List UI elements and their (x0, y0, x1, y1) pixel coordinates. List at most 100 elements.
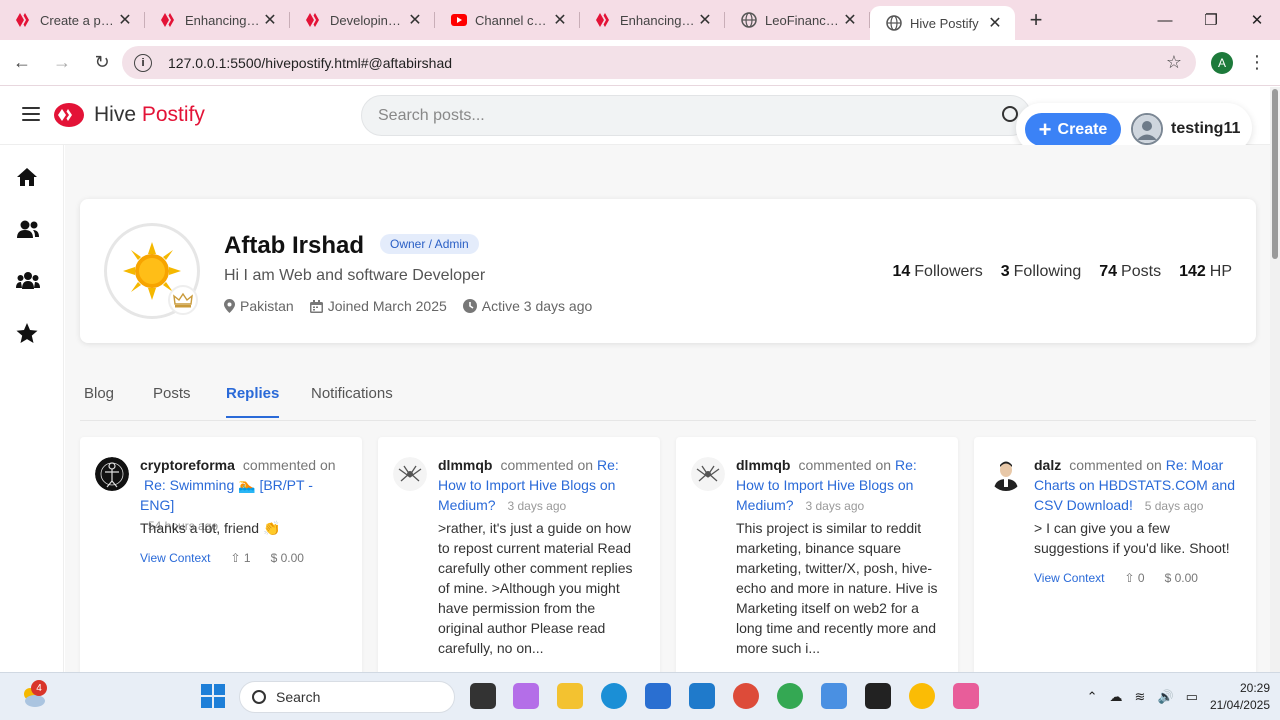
stat-value: 3 (1000, 263, 1010, 280)
reply-card: dlmmqb commented on Re: How to Import Hiv… (378, 437, 660, 672)
tab-notifications[interactable]: Notifications (311, 385, 393, 416)
upvote-count[interactable]: ⇧ 1 (230, 551, 250, 565)
notepad-icon[interactable] (821, 683, 847, 709)
chrome-icon[interactable] (733, 683, 759, 709)
tab-strip: Create a post ✕ Enhancing Hi ✕ Developin… (0, 0, 1051, 40)
close-window-icon[interactable]: ✕ (1234, 0, 1280, 40)
copilot-icon[interactable] (513, 683, 539, 709)
wifi-icon[interactable]: ≋ (1135, 689, 1146, 705)
close-tab-icon[interactable]: ✕ (115, 10, 135, 30)
reply-parent-link[interactable]: Re: Swimming 🏊 [BR/PT - ENG] (140, 477, 313, 513)
browser-tab[interactable]: LeoFinance - H ✕ (725, 0, 870, 40)
close-tab-icon[interactable]: ✕ (840, 10, 860, 30)
author-avatar[interactable] (691, 457, 725, 491)
hamburger-menu-icon[interactable] (22, 107, 40, 121)
volume-icon[interactable]: 🔊 (1157, 689, 1173, 705)
browser-tab-active[interactable]: Hive Postify ✕ (870, 6, 1015, 40)
followers-stat[interactable]: 14 Followers (892, 263, 982, 281)
tab-replies[interactable]: Replies (226, 385, 280, 418)
back-icon[interactable]: ← (4, 45, 40, 81)
hive-icon (306, 12, 322, 28)
hive-icon (161, 12, 177, 28)
edge-icon[interactable] (601, 683, 627, 709)
taskbar-search[interactable]: Search (239, 681, 455, 713)
browser-tab[interactable]: Channel conte ✕ (435, 0, 580, 40)
author-avatar[interactable] (393, 457, 427, 491)
bookmark-star-icon[interactable]: ☆ (1166, 52, 1182, 73)
reply-author[interactable]: cryptoreforma (140, 457, 235, 473)
view-context-link[interactable]: View Context (1034, 571, 1104, 585)
taskbar: 4 Search ⌃ ☁ ≋ 🔊 ▭ 20:29 21/04/2025 (0, 672, 1280, 720)
search-input[interactable]: Search posts... (361, 95, 1031, 136)
create-label: Create (1057, 120, 1108, 138)
close-tab-icon[interactable]: ✕ (260, 10, 280, 30)
close-tab-icon[interactable]: ✕ (550, 10, 570, 30)
reply-body: Thanks a lot, friend 👏 (140, 520, 281, 536)
capcut-icon[interactable] (865, 683, 891, 709)
upvote-count[interactable]: ⇧ 0 (1124, 571, 1144, 585)
vscode-icon[interactable] (689, 683, 715, 709)
user-avatar[interactable] (1131, 113, 1163, 145)
page-scrollbar[interactable] (1270, 87, 1280, 672)
username[interactable]: testing11 (1171, 120, 1240, 138)
tab-title: LeoFinance - H (765, 12, 840, 28)
following-stat[interactable]: 3 Following (1001, 263, 1082, 281)
search-icon[interactable] (1002, 106, 1018, 122)
star-icon[interactable] (16, 323, 38, 345)
reply-footer: View Context ⇧ 0 $ 0.00 (1034, 571, 1198, 585)
scrollbar-thumb[interactable] (1272, 89, 1278, 259)
onedrive-icon[interactable]: ☁ (1110, 689, 1123, 705)
reply-body: >rather, it's just a guide on how to rep… (438, 520, 633, 656)
browser-tab[interactable]: Developing Hi ✕ (290, 0, 435, 40)
store-icon[interactable] (645, 683, 671, 709)
browser-tab[interactable]: Enhancing Hi ✕ (580, 0, 725, 40)
new-tab-button[interactable]: + (1021, 7, 1051, 33)
minimize-icon[interactable]: — (1142, 0, 1188, 40)
url-text: 127.0.0.1:5500/hivepostify.html#@aftabir… (168, 54, 453, 71)
file-explorer-icon[interactable] (557, 683, 583, 709)
tab-title: Hive Postify (910, 15, 979, 31)
chevron-up-icon[interactable]: ⌃ (1087, 689, 1098, 705)
author-avatar[interactable] (989, 457, 1023, 491)
close-tab-icon[interactable]: ✕ (985, 13, 1005, 33)
hive-icon (596, 12, 612, 28)
close-tab-icon[interactable]: ✕ (695, 10, 715, 30)
address-bar[interactable]: i 127.0.0.1:5500/hivepostify.html#@aftab… (122, 46, 1196, 79)
logo-text-hive: Hive (94, 103, 137, 126)
reply-author[interactable]: dlmmqb (438, 457, 492, 473)
main-content: Aftab Irshad Owner / Admin Hi I am Web a… (65, 145, 1270, 672)
close-tab-icon[interactable]: ✕ (405, 10, 425, 30)
tab-posts[interactable]: Posts (153, 385, 191, 416)
community-icon[interactable] (16, 271, 40, 293)
windows-start-icon[interactable] (200, 683, 226, 709)
home-icon[interactable] (16, 167, 38, 189)
task-view-icon[interactable] (470, 683, 496, 709)
profile-tabs: Blog Posts Replies Notifications (80, 383, 1256, 421)
browser-profile-avatar[interactable]: A (1211, 52, 1233, 74)
browser-tab-bar: Create a post ✕ Enhancing Hi ✕ Developin… (0, 0, 1280, 40)
clock[interactable]: 20:29 21/04/2025 (1210, 680, 1270, 714)
create-post-button[interactable]: + Create (1025, 113, 1121, 146)
reply-author[interactable]: dlmmqb (736, 457, 790, 473)
forward-icon[interactable]: → (44, 45, 80, 81)
snipping-tool-icon[interactable] (953, 683, 979, 709)
browser-tab[interactable]: Enhancing Hi ✕ (145, 0, 290, 40)
author-avatar[interactable] (95, 457, 129, 491)
chrome-profile-icon[interactable] (777, 683, 803, 709)
tab-blog[interactable]: Blog (84, 385, 114, 416)
battery-icon[interactable]: ▭ (1186, 689, 1198, 705)
reply-header: dalz commented on Re: Moar Charts on HBDS… (1034, 455, 1244, 516)
reply-author[interactable]: dalz (1034, 457, 1061, 473)
chrome-alt-icon[interactable] (909, 683, 935, 709)
reload-icon[interactable]: ↻ (84, 45, 120, 81)
reply-body: > I can give you a few suggestions if yo… (1034, 520, 1230, 556)
app-logo[interactable]: Hive Postify (54, 103, 205, 127)
maximize-icon[interactable]: ❐ (1188, 0, 1234, 40)
browser-menu-icon[interactable]: ⋮ (1248, 52, 1266, 73)
view-context-link[interactable]: View Context (140, 551, 210, 565)
stat-value: 74 (1099, 263, 1118, 280)
users-icon[interactable] (16, 219, 39, 241)
reply-action: commented on (1069, 457, 1162, 473)
site-info-icon[interactable]: i (134, 53, 152, 72)
browser-tab[interactable]: Create a post ✕ (0, 0, 145, 40)
